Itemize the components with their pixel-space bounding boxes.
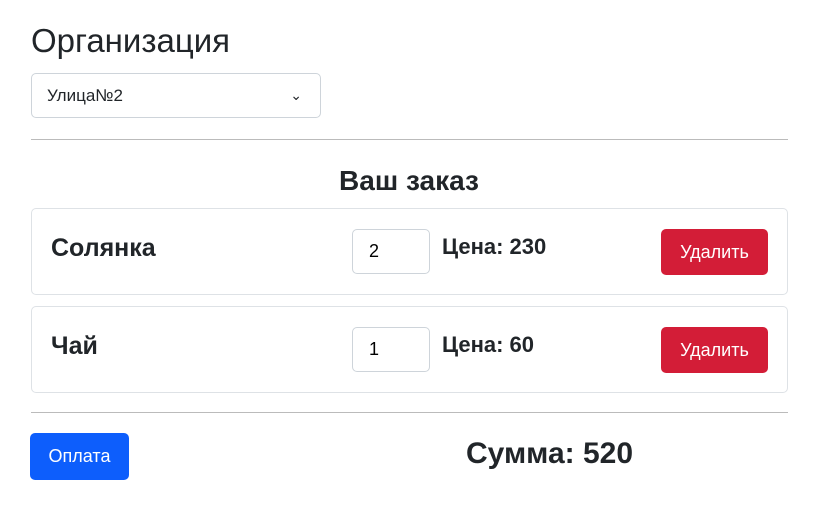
divider [31, 412, 788, 413]
item-name: Чай [51, 332, 98, 360]
order-item: Чай Цена: 60 Удалить [31, 306, 788, 393]
chevron-down-icon: ⌄ [290, 87, 302, 103]
page-title: Организация [31, 22, 231, 59]
quantity-input[interactable] [352, 229, 430, 274]
order-item: Солянка Цена: 230 Удалить [31, 208, 788, 295]
delete-button[interactable]: Удалить [661, 327, 768, 373]
divider [31, 139, 788, 140]
pay-button[interactable]: Оплата [30, 433, 129, 480]
item-price: Цена: 230 [442, 234, 547, 259]
item-price: Цена: 60 [442, 332, 535, 357]
item-name: Солянка [51, 234, 156, 262]
organization-select-value: Улица№2 [47, 86, 123, 105]
organization-select[interactable]: Улица№2 ⌄ [31, 73, 321, 118]
order-title: Ваш заказ [339, 165, 479, 196]
quantity-input[interactable] [352, 327, 430, 372]
order-total: Сумма: 520 [466, 437, 634, 470]
delete-button[interactable]: Удалить [661, 229, 768, 275]
